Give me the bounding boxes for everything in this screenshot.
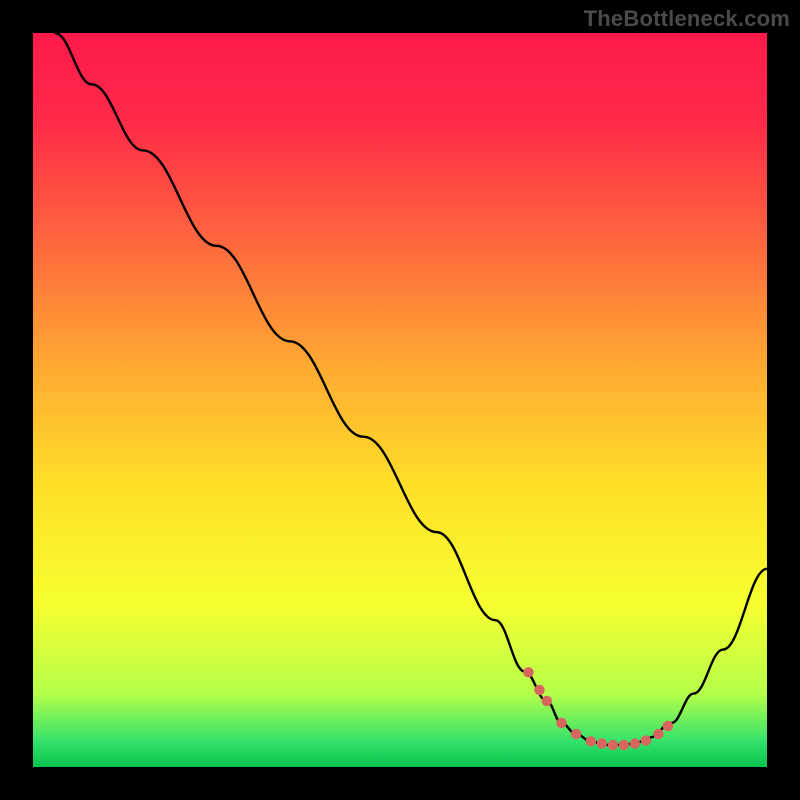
marker-dot (534, 685, 544, 695)
watermark-text: TheBottleneck.com (584, 6, 790, 32)
marker-dot (653, 729, 663, 739)
gradient-background (33, 33, 767, 767)
marker-dot (586, 736, 596, 746)
marker-dot (597, 738, 607, 748)
marker-dot (608, 740, 618, 750)
marker-dot (619, 740, 629, 750)
marker-dot (571, 729, 581, 739)
marker-dot (542, 696, 552, 706)
marker-dot (556, 718, 566, 728)
marker-dot (630, 738, 640, 748)
marker-dot (523, 667, 533, 677)
marker-dot (641, 735, 651, 745)
bottleneck-chart (33, 33, 767, 767)
chart-frame: TheBottleneck.com (0, 0, 800, 800)
marker-dot (663, 721, 673, 731)
plot-area (33, 33, 767, 767)
